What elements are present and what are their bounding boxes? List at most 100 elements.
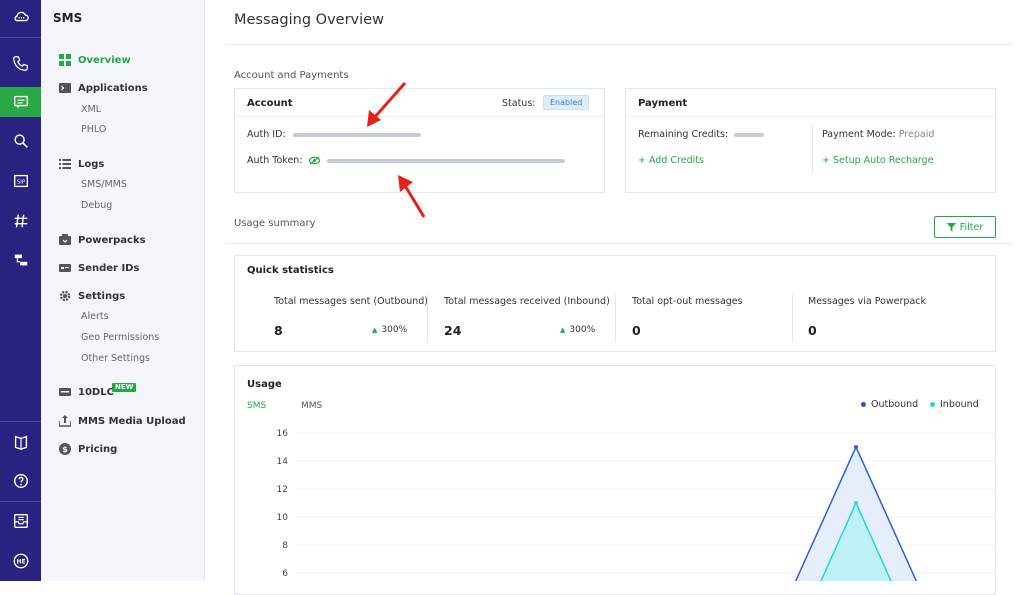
cloud-icon[interactable] — [0, 2, 41, 32]
status-badge: Enabled — [543, 95, 590, 110]
status-label: Status: — [502, 98, 536, 109]
auth-id-value-redacted[interactable] — [292, 132, 421, 137]
app-icon — [59, 83, 71, 93]
sidebar-subitem-other-settings[interactable]: Other Settings — [81, 353, 150, 364]
account-card-title: Account — [247, 98, 293, 109]
sidebar-item-overview[interactable]: Overview — [41, 51, 205, 69]
sidebar-subitem-debug[interactable]: Debug — [81, 200, 112, 211]
sidebar-subitem-geo-permissions[interactable]: Geo Permissions — [81, 332, 159, 343]
hashtag-icon[interactable] — [0, 206, 41, 236]
filter-icon — [946, 222, 956, 232]
number-lookup-icon[interactable] — [0, 126, 41, 156]
sidebar-item-label: Powerpacks — [78, 234, 146, 246]
voice-call-icon[interactable] — [0, 48, 41, 78]
setup-auto-recharge-link[interactable]: + Setup Auto Recharge — [822, 155, 933, 166]
sidebar-item-10dlc[interactable]: 10DLC NEW — [41, 383, 205, 401]
upload-icon — [59, 415, 71, 427]
sidebar-subitem-alerts[interactable]: Alerts — [81, 311, 109, 322]
main-content: Messaging Overview Account and Payments … — [205, 0, 1024, 595]
payment-card-header: Payment — [626, 89, 995, 117]
svg-text:$: $ — [62, 445, 68, 454]
stat-label-powerpack: Messages via Powerpack — [808, 296, 927, 307]
sms-message-icon[interactable] — [0, 87, 41, 117]
sidebar-subitem-sms-mms[interactable]: SMS/MMS — [81, 179, 127, 190]
stat-divider — [427, 294, 428, 342]
sidebar-item-sender-ids[interactable]: Sender IDs — [41, 259, 205, 277]
stat-change-outbound: ▲ 300% — [372, 325, 407, 335]
auth-id-label: Auth ID: — [247, 129, 286, 140]
payment-mode-row: Payment Mode: Prepaid — [822, 129, 934, 140]
payment-divider — [812, 125, 813, 173]
usage-summary-divider — [225, 243, 1012, 244]
sidebar-subitem-xml[interactable]: XML — [81, 104, 101, 115]
sidebar-item-settings[interactable]: Settings — [41, 287, 205, 305]
sidebar-subitem-phlo[interactable]: PHLO — [81, 124, 106, 135]
auth-token-value-redacted[interactable] — [326, 158, 565, 163]
payment-card-title: Payment — [638, 98, 688, 109]
auth-id-row: Auth ID: — [247, 129, 421, 140]
sidebar-item-label: Applications — [78, 82, 148, 94]
powerpack-icon — [59, 234, 71, 245]
tag-icon — [59, 388, 71, 396]
id-card-icon — [59, 264, 71, 272]
trend-up-icon: ▲ — [372, 326, 378, 334]
stat-value-powerpack: 0 — [808, 323, 817, 338]
payment-mode-label: Payment Mode: — [822, 129, 896, 140]
gear-icon — [59, 290, 71, 302]
new-badge: NEW — [112, 383, 137, 392]
docs-book-icon[interactable] — [0, 427, 41, 457]
sidebar-item-label: Settings — [78, 290, 126, 302]
section-label-usage-summary: Usage summary — [234, 218, 316, 229]
sidebar-item-label: 10DLC — [78, 386, 114, 398]
page-title: Messaging Overview — [234, 12, 384, 28]
inbound-peak-point — [854, 501, 858, 505]
y-tick-label: 12 — [277, 485, 288, 495]
sidebar-item-label: Pricing — [78, 443, 118, 455]
stat-value-inbound: 24 — [444, 323, 462, 338]
sidebar-item-label: Logs — [78, 158, 105, 170]
stat-change-outbound-value: 300% — [381, 325, 408, 335]
y-tick-label: 6 — [282, 569, 288, 579]
svg-text:HE: HE — [16, 559, 25, 565]
sidebar-item-label: Overview — [78, 54, 131, 66]
eye-hidden-icon[interactable] — [308, 156, 320, 165]
remaining-credits-row: Remaining Credits: — [638, 129, 765, 140]
svg-text:SIP: SIP — [16, 180, 25, 186]
sip-trunking-icon[interactable]: SIP — [0, 166, 41, 196]
filter-button[interactable]: Filter — [934, 216, 996, 238]
y-tick-label: 8 — [282, 541, 288, 551]
auth-token-label: Auth Token: — [247, 155, 303, 166]
payment-card: Payment Remaining Credits: Payment Mode:… — [625, 88, 996, 193]
sidebar-item-applications[interactable]: Applications — [41, 79, 205, 97]
stat-divider — [792, 294, 793, 342]
dollar-icon: $ — [59, 443, 71, 455]
sidebar-item-label: MMS Media Upload — [78, 415, 186, 427]
usage-chart: 16 14 12 10 8 6 — [277, 429, 995, 581]
stat-label-opt-out: Total opt-out messages — [632, 296, 743, 307]
sidebar-item-logs[interactable]: Logs — [41, 155, 205, 173]
stat-value-outbound: 8 — [274, 323, 283, 338]
sidebar-title: SMS — [53, 11, 83, 25]
add-credits-link[interactable]: + Add Credits — [638, 155, 704, 166]
usage-card: Usage SMS MMS Outbound Inbound 16 14 12 10 8… — [234, 365, 996, 595]
payment-mode-value: Prepaid — [898, 129, 935, 140]
account-card-header: Account Status: Enabled — [235, 89, 604, 117]
sidebar-item-label: Sender IDs — [78, 262, 140, 274]
stat-change-inbound-value: 300% — [569, 325, 596, 335]
account-icon[interactable]: HE — [0, 546, 41, 576]
zentrunk-icon[interactable] — [0, 245, 41, 275]
sidebar-item-mms-media-upload[interactable]: MMS Media Upload — [41, 412, 205, 430]
inbox-icon[interactable] — [0, 506, 41, 536]
list-icon — [59, 159, 71, 169]
stat-value-opt-out: 0 — [632, 323, 641, 338]
y-tick-label: 14 — [277, 457, 289, 467]
auth-token-row: Auth Token: — [247, 155, 565, 166]
outbound-peak-point — [854, 445, 858, 449]
sidebar-item-powerpacks[interactable]: Powerpacks — [41, 231, 205, 249]
sidebar-item-pricing[interactable]: $ Pricing — [41, 440, 205, 458]
help-icon[interactable] — [0, 466, 41, 496]
stat-label-inbound: Total messages received (Inbound) — [444, 296, 610, 307]
y-tick-label: 10 — [277, 513, 289, 523]
stat-change-inbound: ▲ 300% — [560, 325, 595, 335]
header-divider — [225, 44, 1012, 45]
